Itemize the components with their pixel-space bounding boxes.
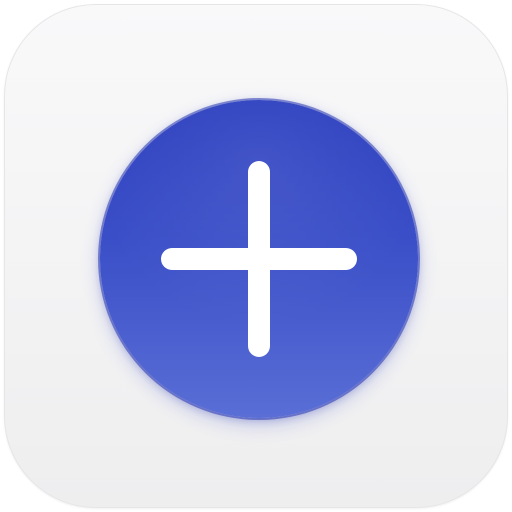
plus-icon bbox=[161, 161, 357, 357]
app-icon-tile[interactable] bbox=[4, 4, 508, 508]
app-icon-canvas bbox=[0, 0, 512, 512]
add-button[interactable] bbox=[100, 100, 418, 418]
